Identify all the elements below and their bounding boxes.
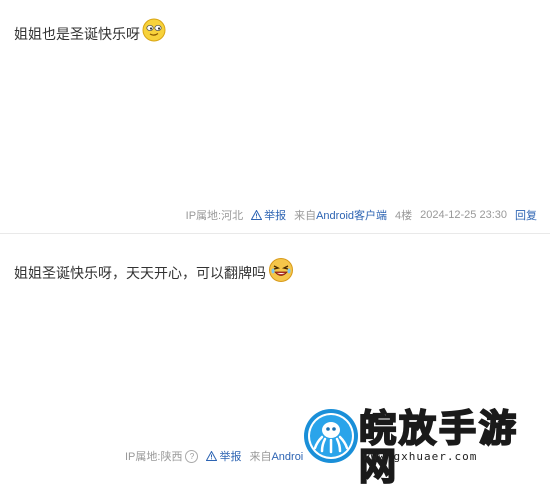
post-text: 姐姐圣诞快乐呀，天天开心，可以翻牌吗 xyxy=(14,265,266,281)
client-source: 来自Android客户端 xyxy=(294,207,387,223)
laughing-cry-emoji-icon xyxy=(268,257,293,282)
post-content: 姐姐也是圣诞快乐呀 xyxy=(14,18,166,46)
post-meta: IP属地:陕西 ? 举报 来自Androi xyxy=(125,448,303,464)
watermark-url: www.gxhuaer.com xyxy=(363,450,478,463)
site-watermark: 皖放手游网 www.gxhuaer.com xyxy=(303,408,550,487)
report-label: 举报 xyxy=(264,210,287,222)
post-time: 2024-12-25 23:30 xyxy=(420,209,507,221)
android-client-link[interactable]: Android客户端 xyxy=(316,210,387,222)
warning-icon xyxy=(251,210,263,220)
android-client-link[interactable]: Androi xyxy=(271,451,303,463)
report-button[interactable]: 举报 xyxy=(251,207,286,223)
client-prefix: 来自 xyxy=(294,210,317,222)
floor-number: 4楼 xyxy=(395,210,413,222)
post-content: 姐姐圣诞快乐呀，天天开心，可以翻牌吗 xyxy=(14,258,293,285)
sly-smile-emoji-icon xyxy=(142,18,166,42)
octopus-logo-icon xyxy=(304,409,358,463)
post-floor-4: 姐姐也是圣诞快乐呀 IP属地:河北 举报 来自Android客户端 4楼 202… xyxy=(0,0,550,234)
watermark-title: 皖放手游网 xyxy=(358,407,519,488)
ip-location: IP属地:河北 xyxy=(185,210,244,222)
report-button[interactable]: 举报 xyxy=(206,448,241,464)
reply-button[interactable]: 回复 xyxy=(515,207,537,223)
warning-icon xyxy=(206,451,218,461)
post-meta: IP属地:河北 举报 来自Android客户端 4楼 2024-12-25 23… xyxy=(186,207,537,223)
client-prefix: 来自 xyxy=(249,451,272,463)
ip-location: IP属地:陕西 xyxy=(125,451,183,463)
report-label: 举报 xyxy=(219,451,242,463)
post-text: 姐姐也是圣诞快乐呀 xyxy=(14,26,140,42)
client-source: 来自Androi xyxy=(249,448,303,464)
help-icon[interactable]: ? xyxy=(185,449,199,463)
